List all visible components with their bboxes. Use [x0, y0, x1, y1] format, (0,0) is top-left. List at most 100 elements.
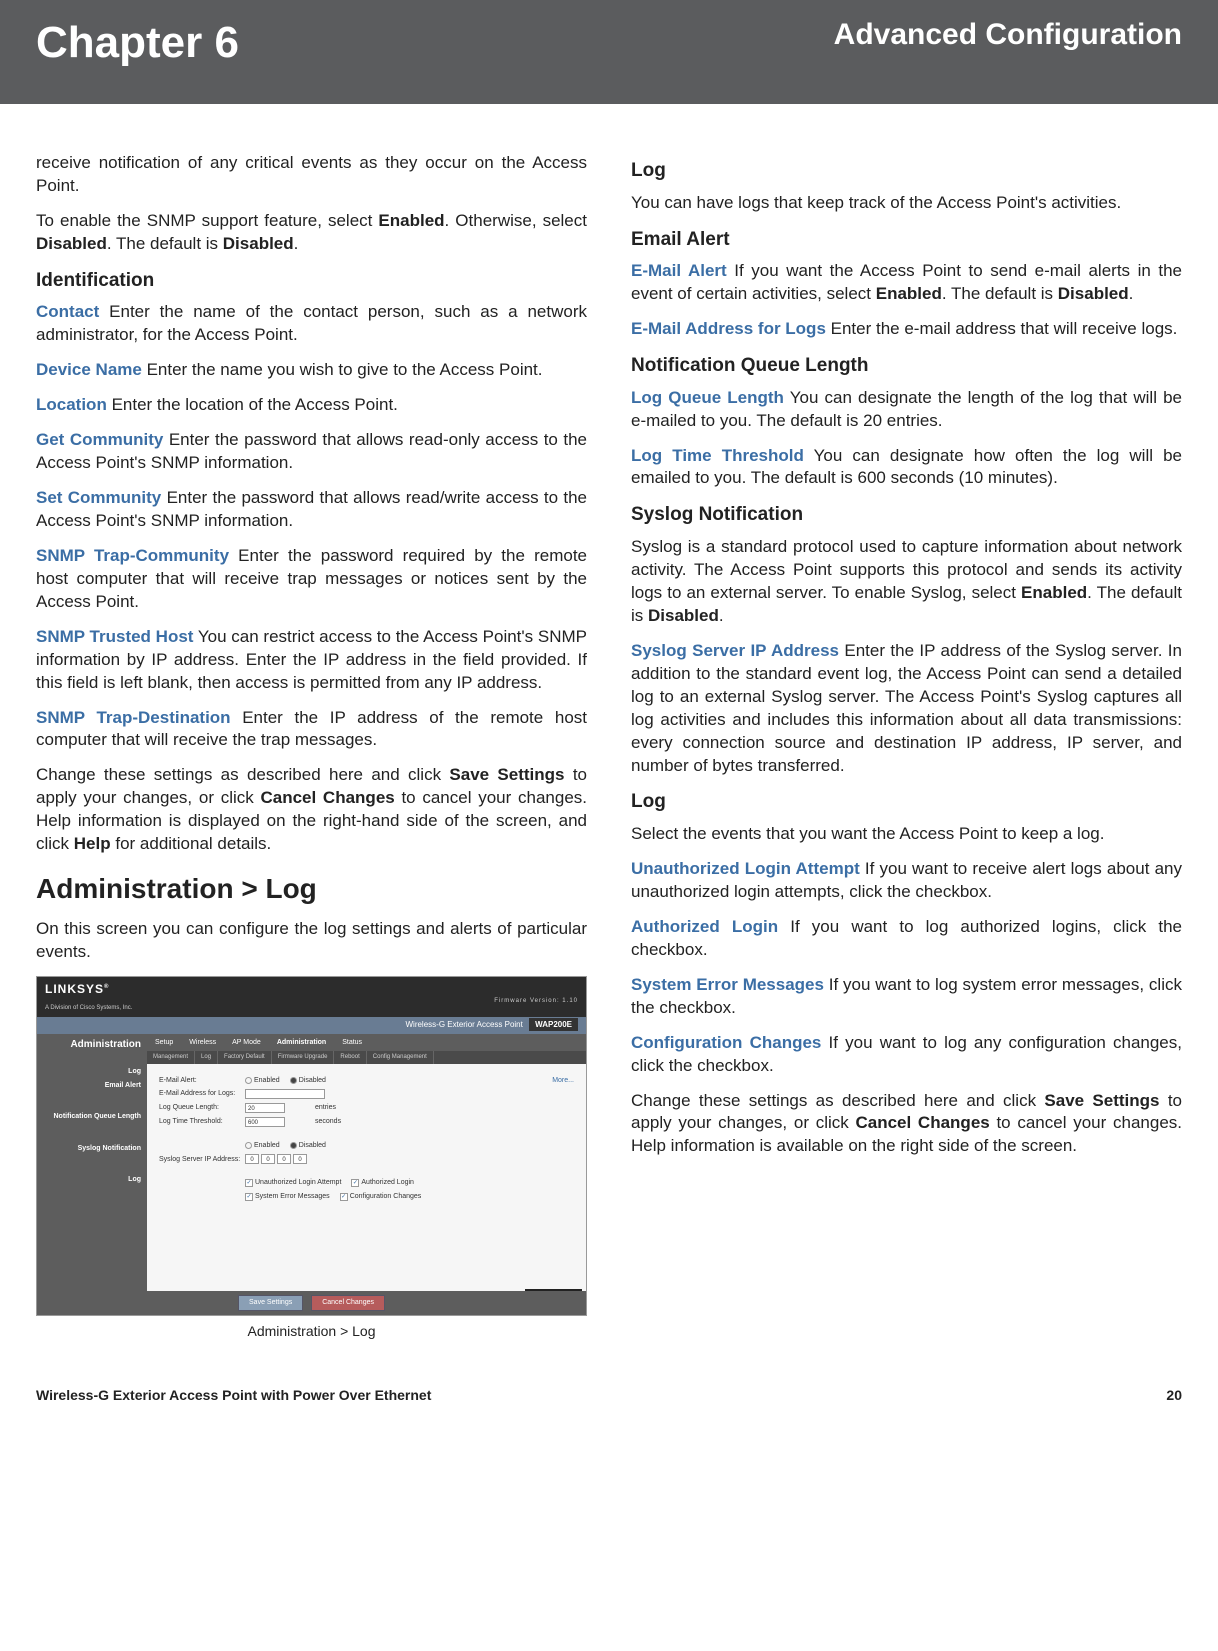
email-address-para: E-Mail Address for Logs Enter the e-mail… [631, 318, 1182, 341]
ss-more-link[interactable]: More... [552, 1076, 574, 1085]
t: Enabled [254, 1076, 280, 1085]
t: Configuration Changes [350, 1192, 422, 1201]
ss-ip-3[interactable]: 0 [277, 1154, 291, 1164]
set-community-para: Set Community Enter the password that al… [36, 487, 587, 533]
log-time-threshold-label: Log Time Threshold [631, 446, 804, 465]
t: Enter the name you wish to give to the A… [142, 360, 543, 379]
ss-save-button[interactable]: Save Settings [238, 1295, 303, 1310]
ss-subtab-mgmt[interactable]: Management [147, 1051, 195, 1063]
admin-log-screenshot: LINKSYS® A Division of Cisco Systems, In… [36, 976, 587, 1316]
t: Authorized Login [361, 1178, 414, 1187]
ss-side-syslog: Syslog Notification [43, 1144, 141, 1153]
t: Disabled [223, 234, 294, 253]
t: To enable the SNMP support feature, sele… [36, 211, 378, 230]
ss-syserr-checkbox[interactable]: ✓ [245, 1193, 253, 1201]
ss-side-log: Log [43, 1067, 141, 1076]
log-heading: Log [631, 158, 1182, 184]
ss-ip-1[interactable]: 0 [245, 1154, 259, 1164]
t: Change these settings as described here … [36, 765, 449, 784]
t: Cancel Changes [260, 788, 394, 807]
t: for additional details. [111, 834, 272, 853]
ss-syslog-enabled-radio[interactable] [245, 1142, 252, 1149]
log-queue-length-para: Log Queue Length You can designate the l… [631, 387, 1182, 433]
ss-tab-admin[interactable]: Administration [269, 1034, 334, 1051]
config-changes-para: Configuration Changes If you want to log… [631, 1032, 1182, 1078]
ss-tabs: Setup Wireless AP Mode Administration St… [147, 1034, 586, 1051]
ss-tab-status[interactable]: Status [334, 1034, 370, 1051]
chapter-header: Chapter 6 Advanced Configuration [0, 0, 1218, 104]
intro-para-1: receive notification of any critical eve… [36, 152, 587, 198]
unauthorized-login-para: Unauthorized Login Attempt If you want t… [631, 858, 1182, 904]
ss-cancel-button[interactable]: Cancel Changes [311, 1295, 385, 1310]
t: Disabled [299, 1141, 326, 1150]
ss-brand-sub: A Division of Cisco Systems, Inc. [45, 1005, 132, 1011]
device-name-para: Device Name Enter the name you wish to g… [36, 359, 587, 382]
t: Enter the name of the contact person, su… [36, 302, 587, 344]
ss-subtab-log[interactable]: Log [195, 1051, 218, 1063]
ss-emailalert-disabled-radio[interactable] [290, 1077, 297, 1084]
log-events-intro: Select the events that you want the Acce… [631, 823, 1182, 846]
trusted-host-para: SNMP Trusted Host You can restrict acces… [36, 626, 587, 695]
ss-model: WAP200E [529, 1018, 578, 1031]
ss-brand: LINKSYS [45, 982, 104, 996]
screenshot-caption: Administration > Log [36, 1322, 587, 1341]
trap-destination-label: SNMP Trap-Destination [36, 708, 231, 727]
email-address-label: E-Mail Address for Logs [631, 319, 826, 338]
t: Save Settings [1044, 1091, 1159, 1110]
ss-unauth-checkbox[interactable]: ✓ [245, 1179, 253, 1187]
log-intro: You can have logs that keep track of the… [631, 192, 1182, 215]
t: Enter the e-mail address that will recei… [826, 319, 1178, 338]
t: . Otherwise, select [445, 211, 587, 230]
ss-queuelen-label: Log Queue Length: [159, 1103, 245, 1112]
ss-firmware: Firmware Version: 1.10 [494, 997, 578, 1005]
ss-syslog-disabled-radio[interactable] [290, 1142, 297, 1149]
trusted-host-label: SNMP Trusted Host [36, 627, 193, 646]
ss-subtab-reboot[interactable]: Reboot [334, 1051, 366, 1063]
t: Enter the location of the Access Point. [107, 395, 398, 414]
log-time-threshold-para: Log Time Threshold You can designate how… [631, 445, 1182, 491]
ss-sidebar: Administration Log Email Alert Notificat… [37, 1034, 147, 1294]
email-alert-label: E-Mail Alert [631, 261, 727, 280]
ss-subtab-factory[interactable]: Factory Default [218, 1051, 272, 1063]
t: Cancel Changes [855, 1113, 989, 1132]
ss-confchg-checkbox[interactable]: ✓ [340, 1193, 348, 1201]
ss-ip-2[interactable]: 0 [261, 1154, 275, 1164]
contact-label: Contact [36, 302, 99, 321]
ss-tab-wireless[interactable]: Wireless [181, 1034, 224, 1051]
syslog-ip-label: Syslog Server IP Address [631, 641, 839, 660]
t: System Error Messages [255, 1192, 330, 1201]
ss-main: Administration Log Email Alert Notificat… [37, 1034, 586, 1294]
t: Disabled [1058, 284, 1129, 303]
ss-subtab-firmware[interactable]: Firmware Upgrade [272, 1051, 335, 1063]
ss-auth-checkbox[interactable]: ✓ [351, 1179, 359, 1187]
ss-emailaddr-input[interactable] [245, 1089, 325, 1099]
authorized-login-para: Authorized Login If you want to log auth… [631, 916, 1182, 962]
ss-brand-bar: LINKSYS® A Division of Cisco Systems, In… [37, 977, 586, 1017]
ss-emailaddr-label: E-Mail Address for Logs: [159, 1089, 245, 1098]
ss-timethresh-input[interactable]: 600 [245, 1117, 285, 1127]
ss-bottom-bar: Save Settings Cancel Changes [37, 1291, 586, 1314]
ss-side-title: Administration [43, 1038, 141, 1052]
content-columns: receive notification of any critical eve… [0, 104, 1218, 1361]
syslog-ip-para: Syslog Server IP Address Enter the IP ad… [631, 640, 1182, 778]
t: . The default is [107, 234, 223, 253]
t: Enabled [1021, 583, 1087, 602]
t: Enabled [876, 284, 942, 303]
section-title: Advanced Configuration [834, 18, 1182, 52]
t: . [294, 234, 299, 253]
trap-destination-para: SNMP Trap-Destination Enter the IP addre… [36, 707, 587, 753]
right-column: Log You can have logs that keep track of… [631, 152, 1182, 1341]
ss-tab-apmode[interactable]: AP Mode [224, 1034, 269, 1051]
ss-queuelen-input[interactable]: 20 [245, 1103, 285, 1113]
ss-tab-setup[interactable]: Setup [147, 1034, 181, 1051]
trap-community-para: SNMP Trap-Community Enter the password r… [36, 545, 587, 614]
ss-subtab-config[interactable]: Config Management [367, 1051, 434, 1063]
ss-side-log2: Log [43, 1175, 141, 1184]
ss-emailalert-label: E-Mail Alert: [159, 1076, 245, 1085]
footer-product: Wireless-G Exterior Access Point with Po… [36, 1387, 431, 1403]
ss-side-nql: Notification Queue Length [43, 1112, 141, 1121]
ss-ip-4[interactable]: 0 [293, 1154, 307, 1164]
t: Enabled [254, 1141, 280, 1150]
ss-emailalert-enabled-radio[interactable] [245, 1077, 252, 1084]
t: Help [74, 834, 111, 853]
